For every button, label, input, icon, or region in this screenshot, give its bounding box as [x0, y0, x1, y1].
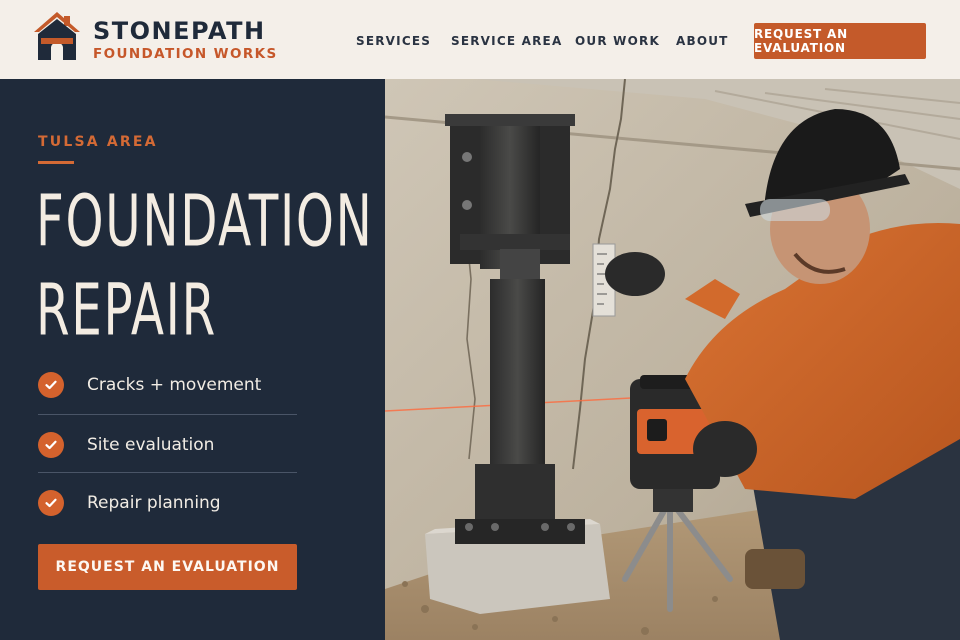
feature-item: Site evaluation: [38, 415, 297, 474]
nav-service-area[interactable]: SERVICE AREA: [451, 34, 562, 48]
hero-photo: [385, 79, 960, 640]
check-circle-icon: [38, 489, 64, 516]
brand[interactable]: STONEPATH FOUNDATION WORKS: [93, 18, 278, 62]
eyebrow-underline: [38, 161, 74, 164]
feature-label: Repair planning: [87, 492, 221, 513]
feature-item: Cracks + movement: [38, 355, 297, 414]
brand-subtitle: FOUNDATION WORKS: [93, 46, 278, 62]
feature-label: Site evaluation: [87, 434, 215, 455]
feature-label: Cracks + movement: [87, 374, 262, 395]
hero-headline-line2: REPAIR: [36, 269, 217, 353]
hero-eyebrow: TULSA AREA: [38, 134, 158, 150]
hero-panel: TULSA AREA FOUNDATION REPAIR Cracks + mo…: [0, 79, 385, 640]
hero-request-evaluation-button[interactable]: REQUEST AN EVALUATION: [38, 544, 297, 590]
brand-name: STONEPATH: [93, 17, 266, 45]
check-circle-icon: [38, 371, 64, 398]
site-header: STONEPATH FOUNDATION WORKS SERVICES SERV…: [0, 0, 960, 79]
check-circle-icon: [38, 431, 64, 458]
hero-headline-line1: FOUNDATION: [36, 180, 374, 264]
feature-item: Repair planning: [38, 473, 297, 532]
nav-our-work[interactable]: OUR WORK: [575, 34, 660, 48]
nav-services[interactable]: SERVICES: [356, 34, 431, 48]
nav-about[interactable]: ABOUT: [676, 34, 729, 48]
foundation-repair-photo: [385, 79, 960, 640]
house-logo-icon[interactable]: [32, 10, 82, 62]
header-request-evaluation-button[interactable]: REQUEST AN EVALUATION: [754, 23, 926, 59]
